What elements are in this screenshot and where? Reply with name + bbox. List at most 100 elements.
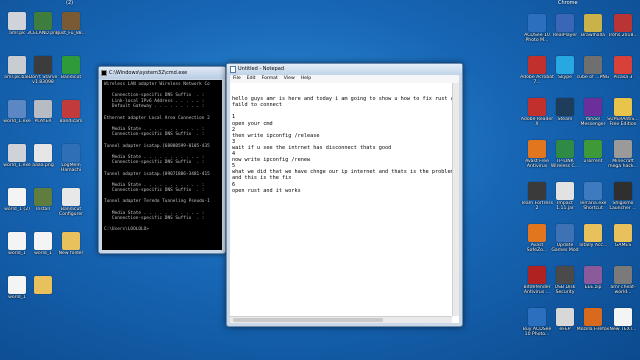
menu-help[interactable]: Help: [301, 75, 311, 83]
desktop-shortcut[interactable]: SUPERAntiS... Free Edition: [606, 98, 640, 127]
app-icon: [528, 182, 546, 200]
app-icon: [528, 56, 546, 74]
app-icon: [528, 140, 546, 158]
app-icon: [34, 144, 52, 162]
desktop-shortcut[interactable]: Bandicut Configurer: [54, 188, 88, 217]
notepad-icon: [230, 66, 236, 73]
desktop-shortcut[interactable]: Minecraft mega hack...: [606, 140, 640, 169]
desktop-shortcut-label: Picasa 3: [613, 75, 633, 80]
app-icon: [584, 56, 602, 74]
app-icon: [34, 188, 52, 206]
desktop-shortcut[interactable]: EEE.zip: [576, 266, 610, 290]
app-icon: [614, 14, 632, 32]
app-icon: [528, 308, 546, 326]
notepad-window[interactable]: Untitled - Notepad File Edit Format View…: [226, 63, 463, 327]
app-icon: [62, 12, 80, 30]
menu-file[interactable]: File: [233, 75, 241, 83]
desktop-shortcut[interactable]: Trofis.2018...: [606, 14, 640, 38]
notepad-text: hello guys amr is here and today i am go…: [232, 96, 459, 194]
vertical-scrollbar[interactable]: [452, 83, 459, 316]
desktop-shortcut[interactable]: Rust_Fu_88...: [54, 12, 88, 36]
app-icon: [556, 224, 574, 242]
notepad-text-area[interactable]: hello guys amr is here and today i am go…: [230, 83, 459, 323]
desktop-shortcut[interactable]: New TEXT...: [606, 308, 640, 332]
desktop-shortcut[interactable]: New folder: [54, 232, 88, 256]
desktop-shortcut-label: amr cheat-world...: [610, 285, 636, 295]
app-icon: [584, 140, 602, 158]
desktop-shortcut-label: SUPERAntiS... Free Edition: [607, 117, 639, 127]
app-icon: [34, 100, 52, 118]
desktop-shortcut[interactable]: Bandicut: [54, 56, 88, 80]
app-icon: [8, 56, 26, 74]
app-icon: [34, 232, 52, 250]
desktop-shortcut-label: Brawlhalla: [581, 33, 605, 38]
desktop-shortcut[interactable]: Bandicam: [54, 100, 88, 124]
app-icon: [556, 56, 574, 74]
app-icon: [8, 188, 26, 206]
cmd-titlebar[interactable]: C:\Windows\system32\cmd.exe: [99, 67, 225, 79]
notepad-titlebar[interactable]: Untitled - Notepad: [227, 64, 462, 75]
app-icon: [528, 14, 546, 32]
app-icon: [556, 182, 574, 200]
app-icon: [8, 232, 26, 250]
desktop-shortcut[interactable]: LogMeIn Hamachi: [54, 144, 88, 173]
app-icon: [34, 276, 52, 294]
app-icon: [614, 266, 632, 284]
chrome-label[interactable]: Chrome: [558, 0, 578, 6]
desktop-shortcut-label: Mozilla Firefox: [576, 327, 610, 332]
app-icon: [614, 224, 632, 242]
app-icon: [8, 276, 26, 294]
scrollbar-thumb[interactable]: [233, 318, 383, 322]
desktop-shortcut-label: cube of ...PNG: [576, 75, 610, 80]
desktop-shortcut[interactable]: cube of ...PNG: [576, 56, 610, 80]
desktop-shortcut[interactable]: uTorrent: [576, 140, 610, 164]
desktop-shortcut-label: Shigismo Launcher ...: [609, 201, 637, 211]
app-icon: [556, 14, 574, 32]
app-icon: [614, 56, 632, 74]
menu-edit[interactable]: Edit: [247, 75, 256, 83]
menu-format[interactable]: Format: [262, 75, 278, 83]
desktop-shortcut-label: uTorrent: [583, 159, 603, 164]
desktop-shortcut[interactable]: Mozilla Firefox: [576, 308, 610, 332]
app-icon: [8, 100, 26, 118]
desktop-shortcut[interactable]: Picasa 3: [606, 56, 640, 80]
app-icon: [614, 308, 632, 326]
menu-view[interactable]: View: [284, 75, 295, 83]
desktop-shortcut-label: Rust_Fu_88...: [55, 31, 87, 36]
cmd-console-output[interactable]: Wireless LAN adapter Wireless Network Co…: [102, 80, 222, 250]
desktop-shortcut-label: Terraria.exe Shortcut: [579, 201, 607, 211]
notepad-menubar: File Edit Format View Help: [230, 75, 459, 83]
top-badge: (2): [66, 0, 74, 6]
desktop-shortcut-label: New TEXT...: [609, 327, 637, 332]
app-icon: [62, 188, 80, 206]
desktop-shortcut[interactable]: Yahoo! Messenger: [576, 98, 610, 127]
app-icon: [584, 308, 602, 326]
desktop-shortcut[interactable]: [26, 276, 60, 295]
desktop-shortcut-label: GAMES: [614, 243, 632, 248]
desktop-shortcut[interactable]: amr cheat-world...: [606, 266, 640, 295]
notepad-title: Untitled - Notepad: [238, 66, 285, 72]
desktop-shortcut-label: Totally Acc...: [578, 243, 608, 248]
desktop-shortcut-label: Trofis.2018...: [608, 33, 638, 38]
desktop-shortcut[interactable]: GAMES: [606, 224, 640, 248]
desktop-shortcut[interactable]: Totally Acc...: [576, 224, 610, 248]
cmd-window[interactable]: C:\Windows\system32\cmd.exe Wireless LAN…: [98, 66, 226, 254]
desktop-shortcut[interactable]: Terraria.exe Shortcut: [576, 182, 610, 211]
desktop-shortcut[interactable]: Brawlhalla: [576, 14, 610, 38]
desktop-shortcut-label: Bandicut Configurer: [58, 207, 84, 217]
app-icon: [556, 140, 574, 158]
app-icon: [614, 98, 632, 116]
app-icon: [62, 56, 80, 74]
app-icon: [34, 56, 52, 74]
app-icon: [556, 98, 574, 116]
app-icon: [528, 266, 546, 284]
horizontal-scrollbar[interactable]: [230, 316, 452, 323]
app-icon: [584, 98, 602, 116]
desktop-shortcut-label: Yahoo! Messenger: [580, 117, 606, 127]
app-icon: [584, 182, 602, 200]
desktop-shortcut[interactable]: Shigismo Launcher ...: [606, 182, 640, 211]
app-icon: [62, 232, 80, 250]
app-icon: [8, 12, 26, 30]
desktop-shortcut-label: New folder: [58, 251, 84, 256]
desktop-shortcut-label: EEE.zip: [584, 285, 602, 290]
